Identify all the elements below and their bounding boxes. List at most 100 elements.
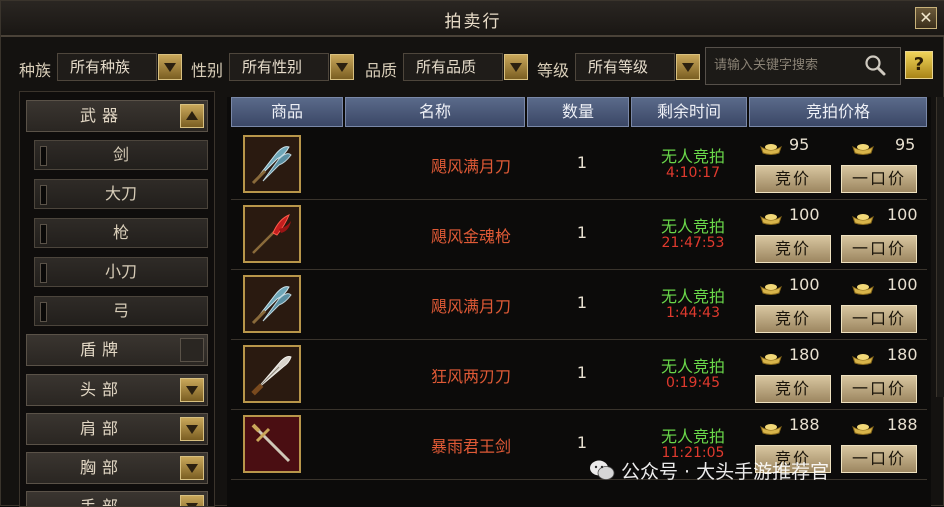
remaining-time: 21:47:53: [661, 235, 725, 251]
sub-category-spear[interactable]: 枪: [34, 218, 208, 248]
remaining-time: 4:10:17: [666, 165, 720, 181]
level-filter-dropdown-button[interactable]: [676, 54, 700, 80]
sub-category-bow[interactable]: 弓: [34, 296, 208, 326]
buyout-price: 100: [887, 275, 918, 294]
help-button[interactable]: ?: [905, 51, 933, 79]
gender-filter-select[interactable]: 所有性别: [229, 53, 329, 81]
bid-status: 无人竞拍: [660, 357, 725, 376]
bid-button[interactable]: 竞价: [755, 375, 831, 403]
sub-category-label: 枪: [112, 223, 129, 242]
buyout-price: 95: [895, 135, 916, 154]
crescent-blade-icon: [251, 146, 292, 185]
sub-category-label: 大刀: [104, 184, 137, 203]
table-row[interactable]: 狂风两刃刀 1 无人竞拍 0:19:45 180 180 竞价 一口价: [231, 341, 927, 410]
buyout-button[interactable]: 一口价: [841, 445, 917, 473]
expand-button[interactable]: [180, 338, 204, 362]
expand-button[interactable]: [180, 378, 204, 402]
wechat-icon: [590, 460, 615, 480]
item-slot[interactable]: [243, 275, 301, 333]
gold-ingot-icon: [760, 284, 782, 295]
level-filter-label: 等级: [537, 61, 570, 80]
header-bid-price: 竞拍价格: [749, 97, 927, 127]
buyout-button[interactable]: 一口价: [841, 305, 917, 333]
item-quantity: 1: [576, 153, 588, 172]
sub-category-dagger[interactable]: 小刀: [34, 257, 208, 287]
chevron-down-icon: [336, 63, 348, 72]
title-bar[interactable]: 拍卖行 ✕: [1, 1, 944, 37]
header-name: 名称: [345, 97, 525, 127]
category-label: 肩部: [79, 419, 124, 438]
item-slot[interactable]: [243, 345, 301, 403]
item-slot[interactable]: [243, 205, 301, 263]
quality-filter-dropdown-button[interactable]: [504, 54, 528, 80]
buyout-price: 100: [887, 205, 918, 224]
chevron-down-icon: [186, 386, 198, 395]
bid-price: 188: [789, 415, 820, 434]
remaining-time: 0:19:45: [666, 375, 720, 391]
category-head[interactable]: 头部: [26, 374, 208, 406]
bid-status: 无人竞拍: [660, 217, 725, 236]
gender-filter-dropdown-button[interactable]: [330, 54, 354, 80]
item-quantity: 1: [576, 293, 588, 312]
bid-button[interactable]: 竞价: [755, 165, 831, 193]
king-sword-icon: [251, 423, 291, 463]
auction-table: 商品 名称 数量 剩余时间 竞拍价格 飓风满月刀 1 无人竞拍 4:10:17 …: [227, 97, 931, 507]
gold-ingot-icon: [852, 424, 874, 435]
category-label: 手部: [79, 497, 124, 507]
expand-button[interactable]: [180, 456, 204, 480]
expand-button[interactable]: [180, 417, 204, 441]
buyout-button[interactable]: 一口价: [841, 235, 917, 263]
bid-status: 无人竞拍: [660, 147, 725, 166]
watermark: 公众号 · 大头手游推荐官: [589, 457, 829, 484]
sub-category-label: 剑: [112, 145, 129, 164]
category-label: 头部: [79, 380, 124, 399]
buyout-price: 180: [887, 345, 918, 364]
table-row[interactable]: 飓风满月刀 1 无人竞拍 4:10:17 95 95 竞价 一口价: [231, 131, 927, 200]
item-quantity: 1: [576, 223, 588, 242]
race-filter-select[interactable]: 所有种族: [57, 53, 157, 81]
search-box: [705, 47, 901, 85]
expand-button[interactable]: [180, 495, 204, 506]
collapse-button[interactable]: [180, 104, 204, 128]
category-label: 武器: [79, 106, 124, 125]
window-title: 拍卖行: [444, 12, 502, 32]
bid-status: 无人竞拍: [660, 427, 725, 446]
category-weapon[interactable]: 武器: [26, 100, 208, 132]
bid-status: 无人竞拍: [660, 287, 725, 306]
race-filter-dropdown-button[interactable]: [158, 54, 182, 80]
bid-button[interactable]: 竞价: [755, 305, 831, 333]
header-remaining-time: 剩余时间: [631, 97, 747, 127]
search-input[interactable]: [712, 57, 866, 74]
auction-window: 拍卖行 ✕ 种族 所有种族 性别 所有性别 品质 所有品质 等级 所有等级 ? …: [0, 0, 944, 507]
gold-ingot-icon: [852, 284, 874, 295]
chevron-down-icon: [510, 63, 522, 72]
table-row[interactable]: 飓风金魂枪 1 无人竞拍 21:47:53 100 100 竞价 一口价: [231, 201, 927, 270]
close-button[interactable]: ✕: [915, 7, 937, 29]
buyout-button[interactable]: 一口价: [841, 165, 917, 193]
item-slot[interactable]: [243, 135, 301, 193]
search-icon[interactable]: [864, 54, 886, 76]
race-filter-label: 种族: [19, 61, 52, 80]
category-shoulder[interactable]: 肩部: [26, 413, 208, 445]
category-chest[interactable]: 胸部: [26, 452, 208, 484]
sub-category-sword[interactable]: 剑: [34, 140, 208, 170]
level-filter-select[interactable]: 所有等级: [575, 53, 675, 81]
gold-ingot-icon: [852, 354, 874, 365]
scrollbar[interactable]: [936, 97, 944, 397]
quality-filter-label: 品质: [365, 61, 398, 80]
category-label: 盾牌: [79, 340, 124, 359]
item-slot[interactable]: [243, 415, 301, 473]
buyout-button[interactable]: 一口价: [841, 375, 917, 403]
gold-ingot-icon: [760, 424, 782, 435]
table-row[interactable]: 飓风满月刀 1 无人竞拍 1:44:43 100 100 竞价 一口价: [231, 271, 927, 340]
item-quantity: 1: [576, 363, 588, 382]
sub-category-broadsword[interactable]: 大刀: [34, 179, 208, 209]
bid-button[interactable]: 竞价: [755, 235, 831, 263]
quality-filter-select[interactable]: 所有品质: [403, 53, 503, 81]
item-quantity: 1: [576, 433, 588, 452]
sub-category-label: 弓: [112, 301, 129, 320]
bid-price: 100: [789, 205, 820, 224]
header-quantity: 数量: [527, 97, 629, 127]
category-hands[interactable]: 手部: [26, 491, 208, 507]
category-shield[interactable]: 盾牌: [26, 334, 208, 366]
